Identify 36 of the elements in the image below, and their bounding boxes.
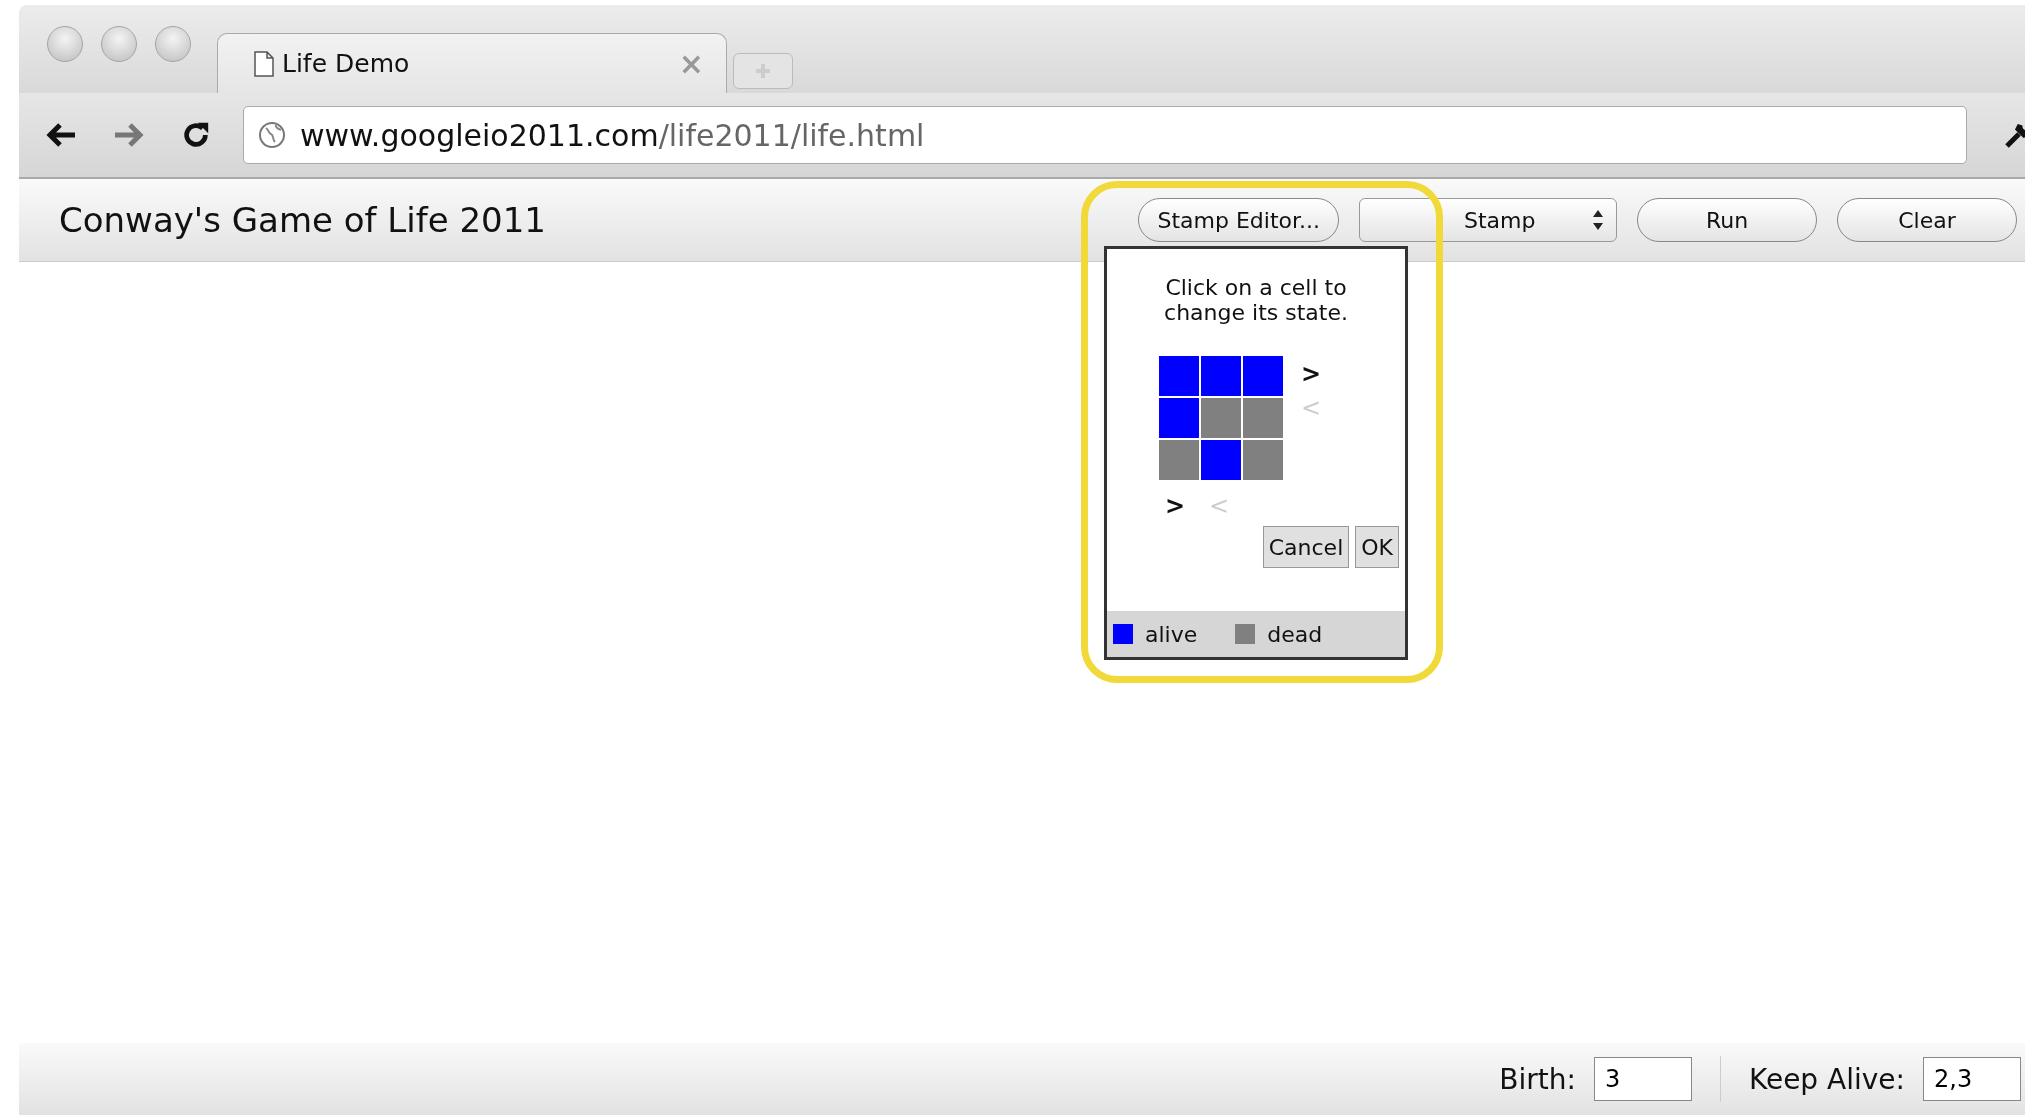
forward-icon[interactable] — [113, 121, 145, 149]
stamp-dropdown[interactable]: Stamp — [1359, 198, 1617, 242]
birth-label: Birth: — [1499, 1062, 1576, 1096]
browser-tab[interactable]: Life Demo × — [217, 33, 727, 93]
tab-title: Life Demo — [282, 49, 411, 78]
url-text: www.googleio2011.com/life2011/life.html — [300, 117, 925, 153]
legend-label: dead — [1267, 621, 1323, 647]
document-icon — [254, 50, 274, 77]
grid-cell[interactable] — [1159, 397, 1199, 438]
back-icon[interactable] — [45, 121, 77, 149]
address-bar[interactable]: www.googleio2011.com/life2011/life.html — [243, 106, 1967, 164]
updown-arrows-icon — [1592, 209, 1604, 231]
grid-cell[interactable] — [1243, 355, 1283, 396]
legend-label: alive — [1145, 621, 1198, 647]
clear-button[interactable]: Clear — [1837, 198, 2017, 242]
column-arrow-button[interactable]: > — [1165, 491, 1186, 521]
grid-cell[interactable] — [1243, 397, 1283, 438]
page-title: Conway's Game of Life 2011 — [59, 200, 547, 240]
cancel-button[interactable]: Cancel — [1262, 526, 1350, 569]
birth-field[interactable]: 3 — [1593, 1057, 1692, 1101]
grid-cell[interactable] — [1159, 355, 1199, 396]
row-arrow-button[interactable]: > — [1301, 359, 1322, 389]
keep-alive-label: Keep Alive: — [1748, 1062, 1905, 1096]
globe-icon — [258, 121, 286, 149]
grid-cell[interactable] — [1201, 439, 1241, 480]
run-button[interactable]: Run — [1637, 198, 1817, 242]
plus-icon — [753, 61, 773, 81]
grid-cell[interactable] — [1201, 397, 1241, 438]
grid-cell[interactable] — [1201, 355, 1241, 396]
grid-cell[interactable] — [1159, 439, 1199, 480]
stamp-editor-button[interactable]: Stamp Editor... — [1138, 198, 1339, 242]
reload-icon[interactable] — [181, 120, 211, 150]
instructions-text: Click on a cell to change its state. — [1163, 275, 1349, 326]
grid-cell[interactable] — [1243, 439, 1283, 480]
keep-alive-field[interactable]: 2,3 — [1923, 1057, 2021, 1101]
ok-button[interactable]: OK — [1355, 526, 1399, 569]
